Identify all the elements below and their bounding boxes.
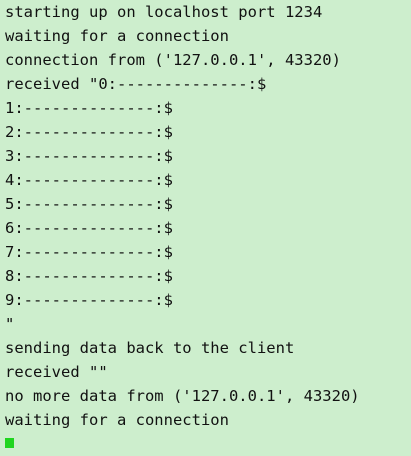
output-line: 6:--------------:$ xyxy=(5,219,173,237)
output-line: received "" xyxy=(5,363,108,381)
output-line: 1:--------------:$ xyxy=(5,99,173,117)
output-line: 4:--------------:$ xyxy=(5,171,173,189)
output-line: sending data back to the client xyxy=(5,339,295,357)
output-line: 8:--------------:$ xyxy=(5,267,173,285)
output-line: 3:--------------:$ xyxy=(5,147,173,165)
output-line: connection from ('127.0.0.1', 43320) xyxy=(5,51,341,69)
output-line: waiting for a connection xyxy=(5,411,229,429)
terminal-cursor xyxy=(5,438,14,448)
output-line: starting up on localhost port 1234 xyxy=(5,3,323,21)
terminal-window[interactable]: starting up on localhost port 1234 waiti… xyxy=(0,0,411,448)
output-line: 2:--------------:$ xyxy=(5,123,173,141)
output-line: 9:--------------:$ xyxy=(5,291,173,309)
output-line: received "0:--------------:$ xyxy=(5,75,267,93)
output-line: waiting for a connection xyxy=(5,27,229,45)
output-line: 5:--------------:$ xyxy=(5,195,173,213)
prompt-line[interactable] xyxy=(5,432,411,456)
output-line: 7:--------------:$ xyxy=(5,243,173,261)
output-line: no more data from ('127.0.0.1', 43320) xyxy=(5,387,360,405)
output-line: " xyxy=(5,315,15,333)
